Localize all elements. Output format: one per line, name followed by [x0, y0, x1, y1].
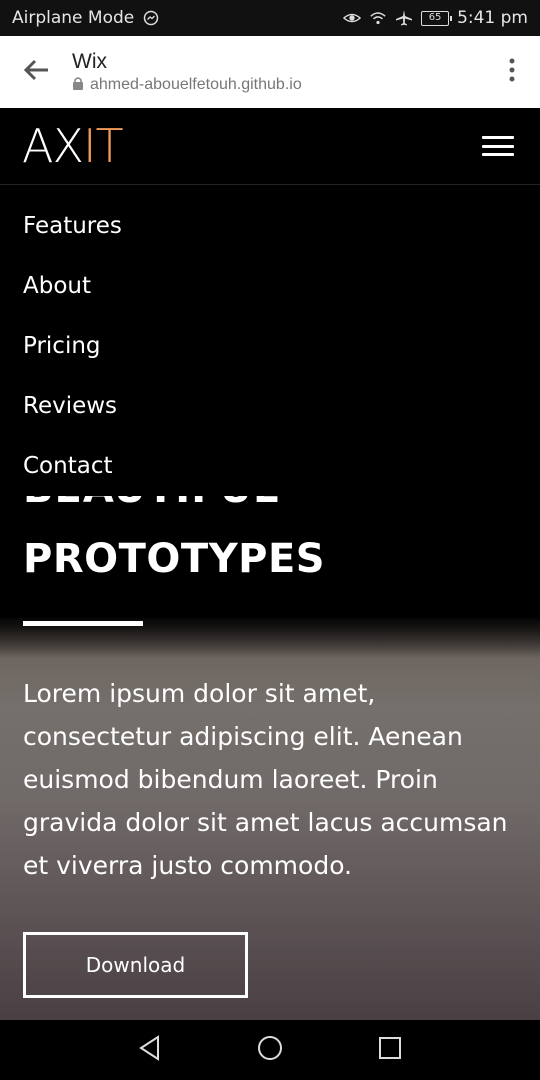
browser-back-button[interactable]	[0, 36, 72, 108]
status-left: Airplane Mode	[12, 8, 160, 28]
system-nav-bar	[0, 1020, 540, 1080]
hamburger-line	[482, 153, 514, 156]
hamburger-line	[482, 144, 514, 148]
tab-title: Wix	[72, 49, 107, 73]
messenger-icon	[142, 9, 160, 27]
hamburger-menu-button[interactable]	[478, 131, 518, 161]
back-arrow-icon	[23, 59, 49, 85]
browser-toolbar: Wix ahmed-abouelfetouh.github.io	[0, 36, 540, 108]
site-logo[interactable]: AXIT	[22, 119, 124, 173]
status-bar: Airplane Mode 65 5:41 pm	[0, 0, 540, 36]
wifi-icon	[369, 9, 387, 27]
airplane-icon	[395, 9, 413, 27]
system-home-button[interactable]	[252, 1032, 288, 1068]
recents-square-icon	[378, 1036, 402, 1064]
eye-icon	[343, 9, 362, 27]
lock-icon	[72, 76, 84, 95]
system-recents-button[interactable]	[372, 1032, 408, 1068]
url-text: ahmed-abouelfetouh.github.io	[90, 76, 302, 93]
airplane-mode-label: Airplane Mode	[12, 8, 135, 28]
hero-text: Lorem ipsum dolor sit amet, consectetur …	[23, 679, 508, 880]
status-right: 65 5:41 pm	[343, 8, 528, 28]
nav-menu: Features About Pricing Reviews Contact	[0, 186, 540, 486]
system-back-button[interactable]	[132, 1032, 168, 1068]
hero-title: PROTOTYPES	[23, 536, 326, 582]
hamburger-line	[482, 136, 514, 139]
clock: 5:41 pm	[457, 8, 528, 28]
back-triangle-icon	[138, 1035, 162, 1065]
logo-accent: IT	[82, 119, 124, 173]
nav-item-contact[interactable]: Contact	[0, 426, 540, 486]
logo-main: AX	[22, 119, 84, 173]
nav-item-features[interactable]: Features	[0, 186, 540, 246]
url-line: ahmed-abouelfetouh.github.io	[72, 76, 484, 95]
web-page: BEAUTIFUL PROTOTYPES Lorem ipsum dolor s…	[0, 108, 540, 1020]
hero-title-partial: BEAUTIFUL	[23, 496, 323, 510]
site-header: AXIT	[0, 108, 540, 185]
nav-item-about[interactable]: About	[0, 246, 540, 306]
home-circle-icon	[257, 1035, 283, 1065]
nav-item-pricing[interactable]: Pricing	[0, 306, 540, 366]
nav-item-reviews[interactable]: Reviews	[0, 366, 540, 426]
tab-info[interactable]: Wix ahmed-abouelfetouh.github.io	[72, 50, 484, 95]
download-button[interactable]: Download	[23, 932, 248, 998]
browser-menu-button[interactable]	[484, 36, 540, 108]
battery-icon: 65	[421, 10, 453, 26]
hero-divider	[23, 621, 143, 626]
more-vert-icon	[509, 58, 515, 86]
